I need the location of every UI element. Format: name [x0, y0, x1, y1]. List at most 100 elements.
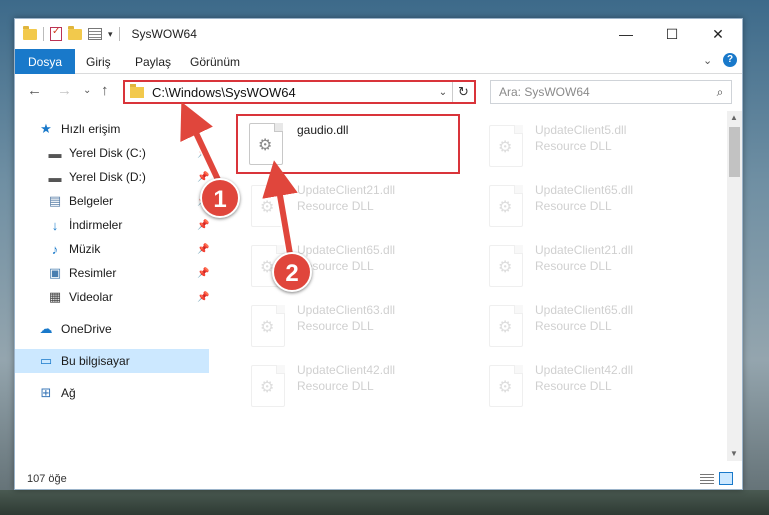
folder-icon [130, 83, 144, 98]
window-title: SysWOW64 [131, 27, 197, 41]
refresh-button[interactable]: ↻ [452, 82, 474, 102]
expand-ribbon-icon[interactable]: ⌄ [703, 54, 712, 67]
search-icon[interactable]: ⌕ [709, 85, 731, 100]
help-icon[interactable]: ? [723, 53, 737, 67]
vertical-scrollbar[interactable]: ▲ ▼ [727, 111, 742, 461]
close-button[interactable]: ✕ [695, 19, 741, 49]
toolbar-divider [43, 27, 44, 41]
scroll-down-icon[interactable]: ▼ [730, 449, 738, 458]
sidebar-item-label: Videolar [69, 290, 113, 304]
pin-icon[interactable]: 📌 [197, 244, 209, 255]
dll-file-icon: ⚙ [489, 185, 523, 227]
maximize-button[interactable]: ☐ [649, 19, 695, 49]
file-item[interactable]: ⚙ UpdateClient5.dll Resource DLL [487, 117, 727, 173]
pin-icon[interactable]: 📌 [197, 268, 209, 279]
tab-file[interactable]: Dosya [15, 49, 76, 74]
tab-share[interactable]: Paylaş [122, 49, 184, 74]
star-icon: ★ [40, 121, 52, 136]
file-item[interactable]: ⚙ UpdateClient21.dll Resource DLL [249, 177, 489, 233]
callout-badge-2: 2 [272, 252, 312, 292]
pictures-icon: ▣ [48, 265, 62, 280]
search-input[interactable]: Ara: SysWOW64 [491, 85, 709, 99]
sidebar-item-music[interactable]: ♪ Müzik 📌 [15, 237, 210, 261]
file-name: UpdateClient21.dll [297, 183, 396, 197]
file-type: Resource DLL [535, 199, 612, 213]
large-icons-view-icon[interactable] [719, 472, 733, 485]
navigation-bar: ← → ⌄ ↑ C:\Windows\SysWOW64 ⌄ ↻ Ara: Sys… [15, 75, 742, 109]
file-name: UpdateClient21.dll [535, 243, 634, 257]
file-name: UpdateClient42.dll [535, 363, 634, 377]
pin-icon[interactable]: 📌 [197, 220, 209, 231]
file-type: Resource DLL [535, 139, 612, 153]
properties-icon[interactable] [50, 26, 62, 41]
file-type: Resource DLL [297, 199, 374, 213]
dll-file-icon: ⚙ [489, 245, 523, 287]
address-dropdown-icon[interactable]: ⌄ [434, 87, 452, 98]
dll-file-icon: ⚙ [489, 365, 523, 407]
ribbon-tabs: Dosya Giriş Paylaş Görünüm ⌄ ? [15, 49, 742, 74]
dll-file-icon: ⚙ [251, 305, 285, 347]
file-name: UpdateClient42.dll [297, 363, 396, 377]
file-item[interactable]: ⚙ UpdateClient65.dll Resource DLL [487, 297, 727, 353]
file-item[interactable]: ⚙ UpdateClient42.dll Resource DLL [249, 357, 489, 413]
file-type: Resource DLL [297, 379, 374, 393]
customize-toolbar-dropdown-icon[interactable]: ▾ [108, 29, 113, 40]
sidebar-item-local-disk-c[interactable]: ▬ Yerel Disk (C:) 📌 [15, 141, 210, 165]
folder-icon[interactable] [23, 25, 37, 40]
sidebar-item-label: Resimler [69, 266, 117, 280]
up-button[interactable]: ↑ [101, 82, 109, 99]
sidebar-item-onedrive[interactable]: ☁ OneDrive [15, 317, 209, 341]
file-item[interactable]: ⚙ UpdateClient63.dll Resource DLL [249, 297, 489, 353]
sidebar-item-this-pc[interactable]: ▭ Bu bilgisayar [15, 349, 209, 373]
file-type: Resource DLL [535, 379, 612, 393]
minimize-button[interactable]: — [603, 19, 649, 49]
sidebar-item-label: Yerel Disk (D:) [69, 170, 146, 184]
file-item[interactable]: ⚙ UpdateClient65.dll Resource DLL [487, 177, 727, 233]
sidebar-item-quick-access[interactable]: ★ Hızlı erişim [15, 117, 209, 141]
item-count: 107 öğe [27, 473, 67, 485]
file-item[interactable]: ⚙ UpdateClient21.dll Resource DLL [487, 237, 727, 293]
tab-view[interactable]: Görünüm [177, 49, 253, 74]
tab-home[interactable]: Giriş [73, 49, 124, 74]
dll-file-icon: ⚙ [251, 365, 285, 407]
search-box[interactable]: Ara: SysWOW64 ⌕ [490, 80, 732, 104]
address-bar[interactable]: C:\Windows\SysWOW64 ⌄ ↻ [123, 80, 476, 104]
recent-locations-dropdown[interactable]: ⌄ [83, 85, 91, 96]
file-item[interactable]: ⚙ UpdateClient42.dll Resource DLL [487, 357, 727, 413]
new-folder-icon[interactable] [68, 25, 82, 40]
forward-button[interactable]: → [57, 82, 72, 99]
file-name: UpdateClient63.dll [297, 303, 396, 317]
sidebar-item-videos[interactable]: ▦ Videolar 📌 [15, 285, 210, 309]
sidebar-item-label: İndirmeler [69, 218, 123, 232]
dll-file-icon: ⚙ [489, 125, 523, 167]
back-button[interactable]: ← [27, 82, 42, 99]
scrollbar-thumb[interactable] [729, 127, 740, 177]
title-bar: ▾ SysWOW64 — ☐ ✕ [15, 19, 742, 49]
pin-icon[interactable]: 📌 [197, 292, 209, 303]
file-name: UpdateClient65.dll [535, 303, 634, 317]
pin-icon[interactable]: 📌 [197, 148, 209, 159]
dll-file-icon: ⚙ [489, 305, 523, 347]
sidebar-item-network[interactable]: ⊞ Ağ [15, 381, 209, 405]
sidebar-item-label: Hızlı erişim [61, 122, 121, 136]
file-name: UpdateClient65.dll [535, 183, 634, 197]
download-icon: ↓ [51, 217, 59, 233]
sidebar-item-documents[interactable]: ▤ Belgeler 📌 [15, 189, 210, 213]
navigation-pane: ★ Hızlı erişim ▬ Yerel Disk (C:) 📌 ▬ Yer… [15, 111, 209, 461]
scroll-up-icon[interactable]: ▲ [730, 113, 738, 122]
view-icon[interactable] [88, 28, 102, 40]
drive-icon: ▬ [48, 145, 62, 161]
sidebar-item-pictures[interactable]: ▣ Resimler 📌 [15, 261, 210, 285]
network-icon: ⊞ [40, 385, 52, 400]
sidebar-item-downloads[interactable]: ↓ İndirmeler 📌 [15, 213, 210, 237]
details-view-icon[interactable] [700, 474, 714, 484]
file-type: Resource DLL [297, 319, 374, 333]
music-icon: ♪ [51, 241, 59, 257]
file-type: Resource DLL [535, 319, 612, 333]
address-path[interactable]: C:\Windows\SysWOW64 [152, 85, 434, 100]
documents-icon: ▤ [48, 193, 62, 208]
sidebar-item-label: Belgeler [69, 194, 114, 208]
file-highlight-box [236, 114, 460, 174]
sidebar-item-label: Müzik [69, 242, 101, 256]
sidebar-item-local-disk-d[interactable]: ▬ Yerel Disk (D:) 📌 [15, 165, 210, 189]
